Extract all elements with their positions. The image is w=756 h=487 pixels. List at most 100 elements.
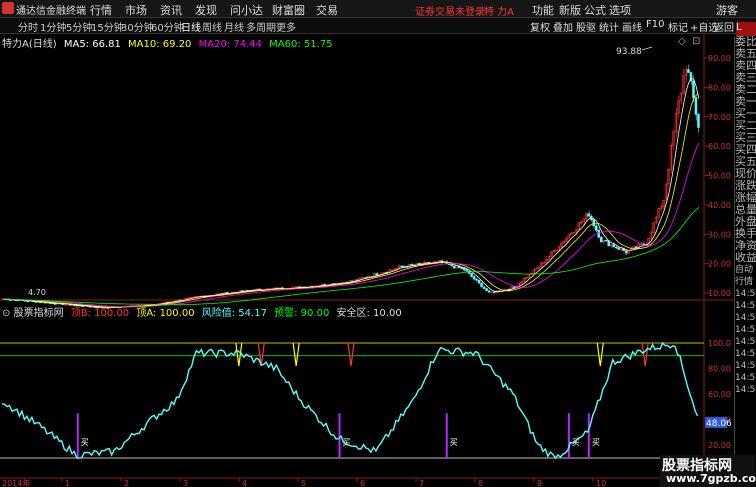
buy-signal-label: 买 — [450, 438, 458, 447]
candle-body — [612, 244, 615, 248]
candle-body — [577, 222, 581, 230]
high-pointer — [641, 46, 653, 51]
candle-body — [410, 264, 414, 266]
watermark: 股票指标网 www.7gpzb.com — [660, 455, 756, 487]
indicator-settings-icon[interactable]: ⊙ — [2, 308, 10, 319]
tab-monthly[interactable]: 月线 — [224, 19, 244, 34]
mark-button[interactable]: 标记 — [668, 19, 688, 34]
side-panel-item[interactable]: 收益 — [735, 252, 756, 264]
month-label: 9 — [537, 479, 542, 487]
top-b-value: 顶B: 100.00 — [70, 308, 130, 319]
tab-more[interactable]: 更多 — [276, 19, 296, 34]
price-tick-label: 60.00 — [708, 142, 731, 151]
candle-body — [692, 80, 695, 98]
menu-wealth[interactable]: 财富圈 — [272, 2, 305, 18]
side-panel-item[interactable]: 14:50 — [735, 360, 756, 372]
menu-market[interactable]: 市场 — [125, 2, 147, 18]
stock-title: 特 力A — [484, 7, 515, 18]
side-panel-item[interactable]: 14:50 — [735, 372, 756, 384]
candle-body — [480, 282, 483, 288]
side-panel-item[interactable]: 14:50 — [735, 348, 756, 360]
tab-5min[interactable]: 5分钟 — [66, 19, 92, 34]
tab-15min[interactable]: 15分钟 — [91, 19, 124, 34]
candle-body — [512, 286, 516, 288]
candle-body — [485, 288, 488, 292]
indicator-title[interactable]: 股票指标网 — [14, 308, 64, 319]
side-panel-item[interactable]: 14:50 — [735, 288, 756, 300]
price-tick-label: 10.00 — [708, 289, 731, 298]
chart-maximize-icon[interactable]: ⊡ — [692, 36, 700, 47]
candle-body — [475, 278, 478, 281]
stock-drive-button[interactable]: 股驱 — [576, 19, 596, 34]
menu-trade[interactable]: 交易 — [316, 2, 338, 18]
draw-line-button[interactable]: 画线 — [622, 19, 642, 34]
menu-options[interactable]: 选项 — [609, 2, 631, 18]
low-price-label: 4.70 — [28, 288, 46, 297]
menu-ask[interactable]: 问小达 — [230, 2, 263, 18]
menu-discover[interactable]: 发现 — [195, 2, 217, 18]
back-button[interactable]: 返回 — [714, 19, 734, 34]
top-warning-spike — [257, 342, 265, 367]
safe-zone-value: 安全区: 10.00 — [336, 308, 402, 319]
indicator-tick-label: 60.00 — [708, 390, 731, 399]
tab-daily[interactable]: 日线 — [181, 19, 201, 34]
f10-button[interactable]: F10 — [646, 19, 664, 30]
tab-multi-period[interactable]: 多周期 — [246, 19, 276, 34]
side-panel-item[interactable]: 14:50 — [735, 384, 756, 396]
candle-body — [460, 267, 463, 269]
month-label: 10 — [596, 479, 606, 487]
candle-body — [520, 281, 523, 284]
candle-body — [472, 276, 476, 280]
indicator-tick-label: 100.0 — [708, 339, 731, 348]
candle-body — [592, 219, 595, 227]
side-panel-item[interactable]: 14:50 — [735, 324, 756, 336]
candle-body — [363, 276, 366, 279]
month-label: 5 — [301, 479, 306, 487]
candle-body — [490, 291, 493, 294]
candle-body — [360, 277, 364, 279]
period-toolbar: 分时 1分钟 5分钟 15分钟 30分钟 60分钟 日线 周线 月线 多周期 更… — [0, 18, 756, 34]
tab-30min[interactable]: 30分钟 — [121, 19, 154, 34]
overlay-button[interactable]: 叠加 — [553, 19, 573, 34]
candle-body — [684, 69, 688, 77]
menu-news[interactable]: 资讯 — [160, 2, 182, 18]
candle-body — [487, 290, 491, 293]
top-warning-spike — [596, 342, 604, 367]
menu-quotes[interactable]: 行情 — [90, 2, 112, 18]
price-tick-label: 90.00 — [708, 54, 731, 63]
side-panel-item[interactable]: 14:50 — [735, 336, 756, 348]
indicator-tick-label: 20.00 — [708, 441, 731, 450]
high-price-label: 93.88 — [616, 47, 642, 57]
side-panel-item[interactable]: 14:50 — [735, 300, 756, 312]
month-label: 2 — [124, 479, 129, 487]
tab-60min[interactable]: 60分钟 — [151, 19, 184, 34]
candle-body — [674, 112, 678, 133]
buy-signal-bar — [76, 413, 79, 458]
chart-area[interactable]: 90.00 80.00 70.00 60.00 50.00 40.00 30.00 20.00… — [0, 33, 734, 487]
month-label: 7 — [419, 479, 424, 487]
candle-body — [9, 299, 12, 301]
price-tick-label: 80.00 — [708, 83, 731, 92]
top-warning-spike — [347, 342, 355, 367]
side-panel-item[interactable]: 14:50 — [735, 312, 756, 324]
tab-intraday[interactable]: 分时 — [18, 19, 38, 34]
candle-body — [624, 250, 628, 254]
side-panel-item[interactable]: 行情 — [735, 276, 756, 288]
indicator-axis: 100.080.0060.0040.0020.00 — [708, 339, 731, 450]
menu-formula[interactable]: 公式 — [584, 2, 606, 18]
side-panel-item[interactable]: 自动 — [735, 264, 756, 276]
chart-settings-icon[interactable]: ◇ — [678, 36, 686, 47]
candle-body — [687, 69, 690, 73]
menu-function[interactable]: 功能 — [532, 2, 554, 18]
account-label[interactable]: 游客 — [716, 2, 738, 18]
candle-body — [572, 231, 576, 234]
login-warning[interactable]: 证券交易未登录 — [415, 3, 485, 18]
adjust-button[interactable]: 复权 — [530, 19, 550, 34]
tab-weekly[interactable]: 周线 — [202, 19, 222, 34]
menu-new-version[interactable]: 新版 — [559, 2, 581, 18]
stats-button[interactable]: 统计 — [599, 19, 619, 34]
tab-1min[interactable]: 1分钟 — [40, 19, 66, 34]
top-warning-spike — [292, 342, 300, 367]
level-badge[interactable]: L — [736, 22, 756, 36]
year-label: 2014年 — [2, 478, 30, 487]
